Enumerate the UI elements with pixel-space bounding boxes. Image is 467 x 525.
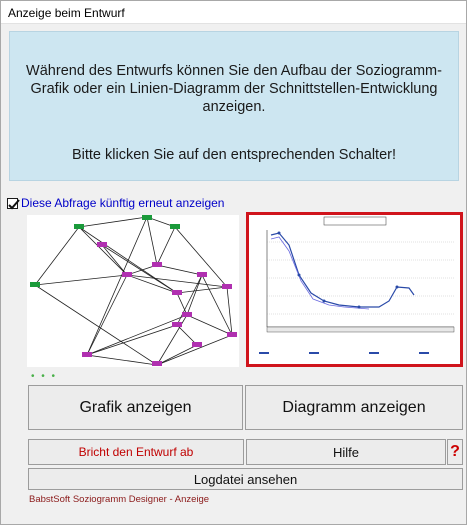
help-question-icon[interactable]: ? bbox=[447, 439, 463, 465]
footer-caption: BabstSoft Soziogramm Designer - Anzeige bbox=[29, 494, 210, 505]
diagram-preview[interactable] bbox=[246, 212, 463, 367]
sociogram-preview[interactable] bbox=[27, 215, 239, 367]
info-panel: Während des Entwurfs können Sie den Aufb… bbox=[9, 31, 459, 181]
sociogram-graphic bbox=[30, 215, 237, 366]
info-instruction: Bitte klicken Sie auf den entsprechenden… bbox=[71, 147, 397, 163]
show-again-checkbox[interactable] bbox=[7, 197, 20, 209]
abort-design-button[interactable]: Bricht den Entwurf ab bbox=[28, 439, 244, 465]
dialog-window: Anzeige beim Entwurf Während des Entwurf… bbox=[0, 0, 467, 525]
view-logfile-button[interactable]: Logdatei ansehen bbox=[28, 468, 463, 490]
info-message: Während des Entwurfs können Sie den Aufb… bbox=[26, 63, 442, 115]
help-button[interactable]: Hilfe bbox=[246, 439, 446, 465]
show-graphic-button[interactable]: Grafik anzeigen bbox=[28, 385, 243, 430]
checkmark-icon bbox=[8, 198, 20, 209]
show-again-label: Diese Abfrage künftig erneut anzeigen bbox=[21, 196, 225, 210]
show-again-row[interactable]: Diese Abfrage künftig erneut anzeigen bbox=[7, 195, 224, 211]
show-diagram-button[interactable]: Diagramm anzeigen bbox=[245, 385, 463, 430]
line-diagram-graphic bbox=[259, 216, 455, 354]
window-title: Anzeige beim Entwurf bbox=[8, 6, 125, 20]
status-dots: • • • bbox=[31, 371, 58, 382]
title-bar: Anzeige beim Entwurf bbox=[1, 1, 466, 24]
